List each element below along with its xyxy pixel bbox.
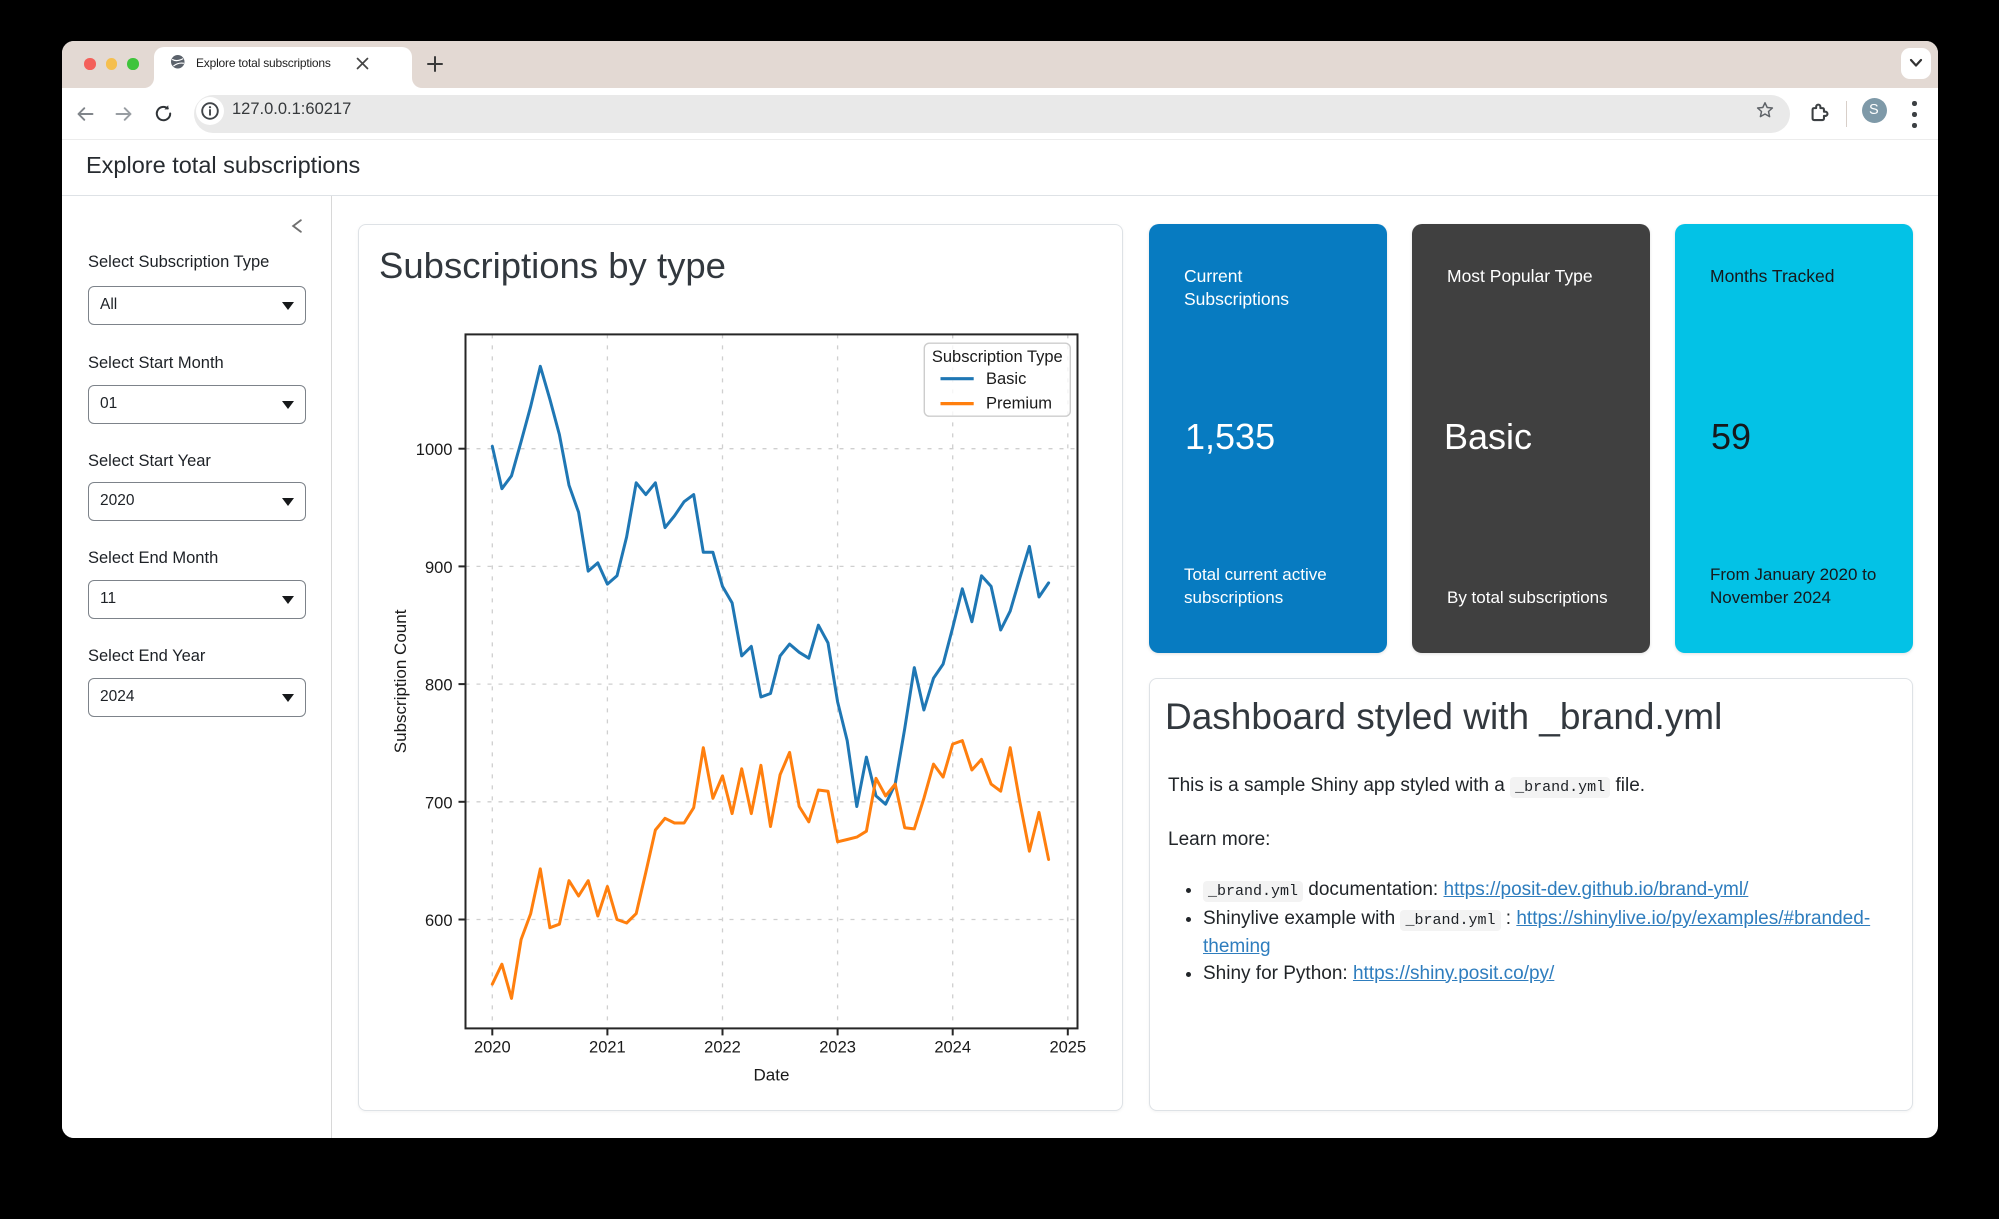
svg-text:2025: 2025 — [1049, 1038, 1086, 1056]
svg-text:2020: 2020 — [474, 1038, 511, 1056]
svg-text:Premium: Premium — [986, 395, 1052, 413]
svg-text:700: 700 — [425, 794, 453, 812]
svg-text:Subscription Type: Subscription Type — [932, 348, 1063, 366]
svg-text:2024: 2024 — [934, 1038, 971, 1056]
svg-text:Date: Date — [754, 1065, 790, 1084]
svg-text:Basic: Basic — [986, 370, 1026, 388]
svg-text:Subscription Count: Subscription Count — [391, 609, 410, 753]
svg-text:800: 800 — [425, 677, 453, 695]
svg-text:2021: 2021 — [589, 1038, 626, 1056]
svg-text:1000: 1000 — [416, 441, 453, 459]
svg-text:900: 900 — [425, 559, 453, 577]
svg-text:2023: 2023 — [819, 1038, 856, 1056]
svg-text:2022: 2022 — [704, 1038, 741, 1056]
svg-text:600: 600 — [425, 912, 453, 930]
